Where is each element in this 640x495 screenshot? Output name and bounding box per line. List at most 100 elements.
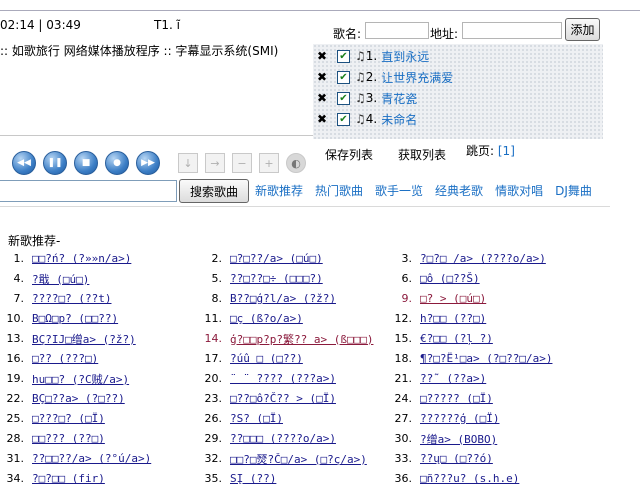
song-number: 27. <box>394 412 413 425</box>
song-link[interactable]: ?□?□ /a> (????o/a>) <box>420 252 546 265</box>
close-icon[interactable]: ✖ <box>317 70 333 84</box>
song-link[interactable]: B??□ģ?l/a> (?ž?) <box>230 292 336 305</box>
song-link[interactable]: ??ų□ (□??ó) <box>420 452 493 465</box>
song-link[interactable]: BÇ?IJ□缯a> (?ž?) <box>32 331 136 347</box>
song-link[interactable]: SĮ (??) <box>230 472 276 485</box>
song-link[interactable]: B□Ω□p? (□□??) <box>32 312 118 325</box>
playlist-footer: 保存列表 获取列表 跳页: [1] <box>313 140 603 174</box>
song-link[interactable]: □????? (□Ï) <box>420 392 493 405</box>
pause-icon[interactable]: ❚❚ <box>43 151 67 175</box>
plus-icon[interactable]: + <box>259 153 279 173</box>
song-link[interactable]: ?úû □ (□??) <box>230 352 303 365</box>
music-note-icon: ♫ <box>355 49 366 63</box>
top-rule <box>0 10 640 11</box>
song-link[interactable]: ??□??□÷ (□□□?) <box>230 272 323 285</box>
playlist-item[interactable]: ✖ ✔ ♫ 3. 青花瓷 <box>317 90 417 106</box>
list-item: 25. □???□? (□Ï) <box>0 410 105 427</box>
divider <box>0 135 313 136</box>
music-note-icon: ♫ <box>355 91 366 105</box>
song-link[interactable]: h?□□ (??□) <box>420 312 486 325</box>
song-number: 15. <box>394 332 413 345</box>
checkbox[interactable]: ✔ <box>337 49 350 63</box>
jump-page-link[interactable]: [1] <box>498 144 515 158</box>
song-link[interactable]: □ñ???u? (s.h.e) <box>420 472 519 485</box>
stop-icon[interactable]: ■ <box>74 151 98 175</box>
song-link[interactable]: □□?ń? (?»»n/a>) <box>32 252 131 265</box>
song-link[interactable]: ģ?□□p?p?繁?? a> (ß□□□) <box>230 331 373 347</box>
song-link[interactable]: €?□□ (?ļ ?) <box>420 332 493 345</box>
next-icon[interactable]: → <box>205 153 225 173</box>
volume-icon[interactable]: ◐ <box>286 153 306 173</box>
minus-icon[interactable]: − <box>232 153 252 173</box>
player-panel: 02:14 | 03:49 T1. ĩ :: 如歌旅行 网络媒体播放程序 :: … <box>0 12 314 176</box>
song-number: 3. <box>401 252 413 265</box>
playlist-item[interactable]: ✖ ✔ ♫ 2. 让世界充满爱 <box>317 69 453 85</box>
close-icon[interactable]: ✖ <box>317 112 333 126</box>
song-number: 10. <box>6 312 25 325</box>
song-link[interactable]: BÇ□??a> (?□??) <box>32 392 125 405</box>
song-link[interactable]: □? > (□ú□) <box>420 292 486 305</box>
song-link[interactable]: ?□?□□ (fir) <box>32 472 105 485</box>
add-button[interactable]: 添加 <box>565 18 600 41</box>
song-link[interactable]: □?? (???□) <box>32 352 98 365</box>
song-link[interactable]: ?戢 (□ú□) <box>32 271 89 287</box>
song-link[interactable]: ¶?□?Ë¹□a> (?□??□/a>) <box>420 352 552 365</box>
playlist-item-title[interactable]: 直到永远 <box>381 48 429 65</box>
song-link[interactable]: ¨ ¨ ???? (???a>) <box>230 372 336 385</box>
playlist-add-form: 歌名: 地址: 添加 <box>313 12 603 42</box>
close-icon[interactable]: ✖ <box>317 91 333 105</box>
nav-link[interactable]: DJ舞曲 <box>555 182 592 199</box>
checkbox[interactable]: ✔ <box>337 112 350 126</box>
song-url-input[interactable] <box>462 22 562 39</box>
song-link[interactable]: ??˜ (??a>) <box>420 372 486 385</box>
song-number: 29. <box>204 432 223 445</box>
list-item: 18. ¶?□?Ë¹□a> (?□??□/a>) <box>388 350 553 367</box>
nav-link[interactable]: 歌手一览 <box>375 182 423 199</box>
song-link[interactable]: □□?□燹?Č□/a> (□?ç/a>) <box>230 451 367 467</box>
song-link[interactable]: ??□□□ (????o/a>) <box>230 432 336 445</box>
playlist-item-title[interactable]: 未命名 <box>381 111 417 128</box>
list-item: 33. ??ų□ (□??ó) <box>388 450 493 467</box>
song-number: 33. <box>394 452 413 465</box>
player-controls: ◀◀ ❚❚ ■ ● ▶▶ ↓ → − + ◐ <box>12 151 306 175</box>
song-link[interactable]: ??□□??/a> (?°ú/a>) <box>32 452 151 465</box>
fetch-list-button[interactable]: 获取列表 <box>398 146 446 163</box>
song-link[interactable]: □?□??/a> (□ú□) <box>230 252 323 265</box>
song-link[interactable]: ??????ģ (□Ï) <box>420 412 499 425</box>
playlist-item-title[interactable]: 让世界充满爱 <box>381 69 453 86</box>
list-item: 12. h?□□ (??□) <box>388 310 487 327</box>
play-icon[interactable]: ● <box>105 151 129 175</box>
song-link[interactable]: □???□? (□Ï) <box>32 412 105 425</box>
checkbox[interactable]: ✔ <box>337 70 350 84</box>
playlist-item-title[interactable]: 青花瓷 <box>381 90 417 107</box>
checkbox[interactable]: ✔ <box>337 91 350 105</box>
song-link[interactable]: □ç (ß?o/a>) <box>230 312 303 325</box>
playlist-item[interactable]: ✖ ✔ ♫ 4. 未命名 <box>317 111 417 127</box>
song-number: 1. <box>13 252 25 265</box>
song-link[interactable]: ?S? (□Ï) <box>230 412 283 425</box>
song-link[interactable]: ????□? (??t) <box>32 292 111 305</box>
list-item: 3. ?□?□ /a> (????o/a>) <box>388 250 546 267</box>
song-link[interactable]: □??□ô?Č?? > (□Ï) <box>230 392 336 405</box>
song-link[interactable]: □□??? (??□) <box>32 432 105 445</box>
nav-link[interactable]: 热门歌曲 <box>315 182 363 199</box>
song-name-input[interactable] <box>365 22 429 39</box>
song-number: 35. <box>204 472 223 485</box>
song-link[interactable]: □ô (□??Š) <box>420 272 480 285</box>
nav-link[interactable]: 经典老歌 <box>435 182 483 199</box>
close-icon[interactable]: ✖ <box>317 49 333 63</box>
list-item: 28. □□??? (??□) <box>0 430 105 447</box>
search-button[interactable]: 搜索歌曲 <box>179 179 249 203</box>
nav-link[interactable]: 新歌推荐 <box>255 182 303 199</box>
playlist-item[interactable]: ✖ ✔ ♫ 1. 直到永远 <box>317 48 429 64</box>
rewind-icon[interactable]: ◀◀ <box>12 151 36 175</box>
song-link[interactable]: hu□□? (?C贼/a>) <box>32 371 129 387</box>
save-list-button[interactable]: 保存列表 <box>325 146 373 163</box>
song-number: 17. <box>204 352 223 365</box>
list-item: 21. ??˜ (??a>) <box>388 370 487 387</box>
nav-link[interactable]: 情歌对唱 <box>495 182 543 199</box>
search-input[interactable] <box>0 180 177 202</box>
song-link[interactable]: ?缯a> (BOBO) <box>420 431 497 447</box>
download-icon[interactable]: ↓ <box>178 153 198 173</box>
fast-forward-icon[interactable]: ▶▶ <box>136 151 160 175</box>
